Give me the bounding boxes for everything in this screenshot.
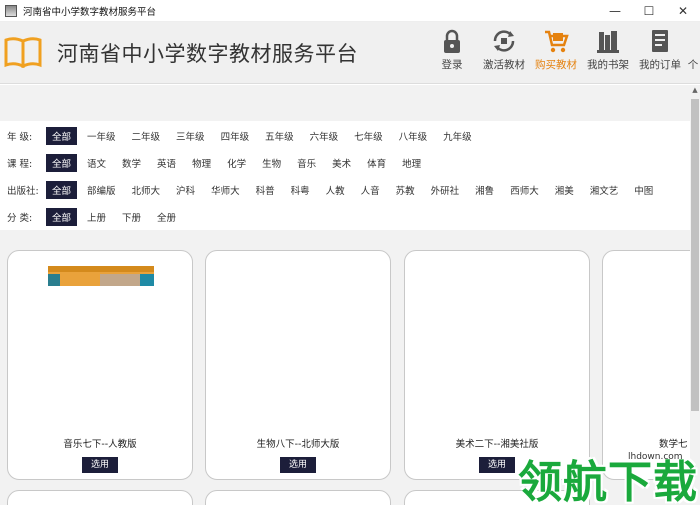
book-card[interactable] <box>7 490 193 505</box>
window-title: 河南省中小学数字教材服务平台 <box>23 6 157 18</box>
filter-row-publisher: 出版社: 全部 部编版 北师大 沪科 华师大 科普 科粤 人教 人音 苏教 外研… <box>0 176 690 203</box>
filter-label: 分 类: <box>7 212 33 224</box>
scroll-up-arrow-icon[interactable]: ▲ <box>690 85 700 95</box>
filter-option[interactable]: 华师大 <box>205 181 246 199</box>
book-cover-image <box>48 266 154 286</box>
nav-buy-label: 购买教材 <box>535 59 577 71</box>
nav-buy[interactable]: 购买教材 <box>530 28 582 72</box>
nav-bookshelf[interactable]: 我的书架 <box>582 28 634 72</box>
filter-option[interactable]: 八年级 <box>393 127 434 145</box>
filter-panel: 年 级: 全部 一年级 二年级 三年级 四年级 五年级 六年级 七年级 八年级 … <box>0 122 690 230</box>
filter-label: 出版社: <box>7 185 39 197</box>
nav-activate-label: 激活教材 <box>483 59 525 71</box>
select-book-button[interactable]: 选用 <box>280 457 316 473</box>
nav-orders[interactable]: 我的订单 <box>634 28 686 72</box>
filter-option[interactable]: 美术 <box>326 154 357 172</box>
filter-row-grade: 年 级: 全部 一年级 二年级 三年级 四年级 五年级 六年级 七年级 八年级 … <box>0 122 690 149</box>
filter-option[interactable]: 湘文艺 <box>584 181 625 199</box>
filter-option[interactable]: 全部 <box>46 126 78 145</box>
filter-option[interactable]: 体育 <box>361 154 392 172</box>
brand-title: 河南省中小学数字教材服务平台 <box>57 42 358 66</box>
nav-activate[interactable]: 激活教材 <box>478 28 530 72</box>
filter-option[interactable]: 科粤 <box>285 181 316 199</box>
bookshelf-icon <box>597 31 619 53</box>
window-titlebar: 河南省中小学数字教材服务平台 — ☐ ✕ <box>0 0 700 22</box>
minimize-button[interactable]: — <box>598 0 632 22</box>
filter-option[interactable]: 化学 <box>221 154 252 172</box>
user-icon <box>686 28 700 54</box>
filter-option[interactable]: 地理 <box>396 154 427 172</box>
filter-option[interactable]: 四年级 <box>215 127 256 145</box>
nav-user[interactable]: 个 <box>686 28 700 72</box>
filter-option[interactable]: 物理 <box>186 154 217 172</box>
filter-option[interactable]: 全部 <box>46 180 78 199</box>
filter-option[interactable]: 一年级 <box>81 127 122 145</box>
nav-user-label: 个 <box>687 59 699 71</box>
filter-option[interactable]: 数学 <box>116 154 147 172</box>
filter-option[interactable]: 二年级 <box>126 127 167 145</box>
book-card[interactable]: 生物八下--北师大版 选用 <box>205 250 391 480</box>
book-title: 生物八下--北师大版 <box>256 439 340 450</box>
filter-option[interactable]: 外研社 <box>425 181 466 199</box>
nav-bookshelf-label: 我的书架 <box>587 59 629 71</box>
filter-option[interactable]: 中图 <box>628 181 659 199</box>
book-card[interactable]: 音乐七下--人教版 选用 <box>7 250 193 480</box>
app-icon <box>5 4 17 17</box>
spacer-band <box>0 85 690 121</box>
filter-option[interactable]: 科普 <box>250 181 281 199</box>
filter-option[interactable]: 英语 <box>151 154 182 172</box>
filter-option[interactable]: 下册 <box>116 208 147 226</box>
filter-option[interactable]: 人音 <box>355 181 386 199</box>
filter-label: 课 程: <box>7 158 33 170</box>
vertical-scrollbar[interactable]: ▲ <box>690 85 700 505</box>
filter-option[interactable]: 五年级 <box>259 127 300 145</box>
book-card[interactable] <box>205 490 391 505</box>
select-book-button[interactable]: 选用 <box>82 457 118 473</box>
filter-option[interactable]: 生物 <box>256 154 287 172</box>
filter-option[interactable]: 全册 <box>151 208 182 226</box>
filter-option[interactable]: 北师大 <box>126 181 167 199</box>
nav-orders-label: 我的订单 <box>639 59 681 71</box>
filter-option[interactable]: 湘美 <box>549 181 580 199</box>
nav-login-label: 登录 <box>441 59 463 71</box>
lock-icon <box>444 29 460 53</box>
filter-option[interactable]: 上册 <box>81 208 112 226</box>
filter-option[interactable]: 苏教 <box>390 181 421 199</box>
app-header: 河南省中小学数字教材服务平台 登录 激活教材 购买教材 我的书架 我的订单 个 <box>0 22 700 84</box>
filter-option[interactable]: 人教 <box>320 181 351 199</box>
filter-option[interactable]: 沪科 <box>170 181 201 199</box>
activate-icon <box>493 30 515 52</box>
filter-option[interactable]: 语文 <box>81 154 112 172</box>
book-logo-icon <box>4 37 42 68</box>
filter-option[interactable]: 音乐 <box>291 154 322 172</box>
watermark-site: lhdown.com <box>628 452 683 462</box>
top-nav: 登录 激活教材 购买教材 我的书架 我的订单 个 <box>426 28 700 72</box>
filter-option[interactable]: 九年级 <box>437 127 478 145</box>
filter-option[interactable]: 部编版 <box>81 181 122 199</box>
nav-login[interactable]: 登录 <box>426 28 478 72</box>
filter-option[interactable]: 西师大 <box>504 181 545 199</box>
select-book-button[interactable]: 选用 <box>479 457 515 473</box>
book-title: 音乐七下--人教版 <box>63 439 137 450</box>
filter-option[interactable]: 全部 <box>46 207 78 226</box>
filter-row-category: 分 类: 全部 上册 下册 全册 <box>0 203 690 230</box>
filter-label: 年 级: <box>7 131 33 143</box>
filter-option[interactable]: 全部 <box>46 153 78 172</box>
filter-option[interactable]: 七年级 <box>348 127 389 145</box>
filter-option[interactable]: 六年级 <box>304 127 345 145</box>
filter-option[interactable]: 三年级 <box>170 127 211 145</box>
maximize-button[interactable]: ☐ <box>632 0 666 22</box>
scrollbar-thumb[interactable] <box>691 99 699 411</box>
close-button[interactable]: ✕ <box>666 0 700 22</box>
filter-row-course: 课 程: 全部 语文 数学 英语 物理 化学 生物 音乐 美术 体育 地理 <box>0 149 690 176</box>
filter-option[interactable]: 湘鲁 <box>469 181 500 199</box>
orders-icon <box>652 30 668 52</box>
cart-icon <box>545 30 569 53</box>
